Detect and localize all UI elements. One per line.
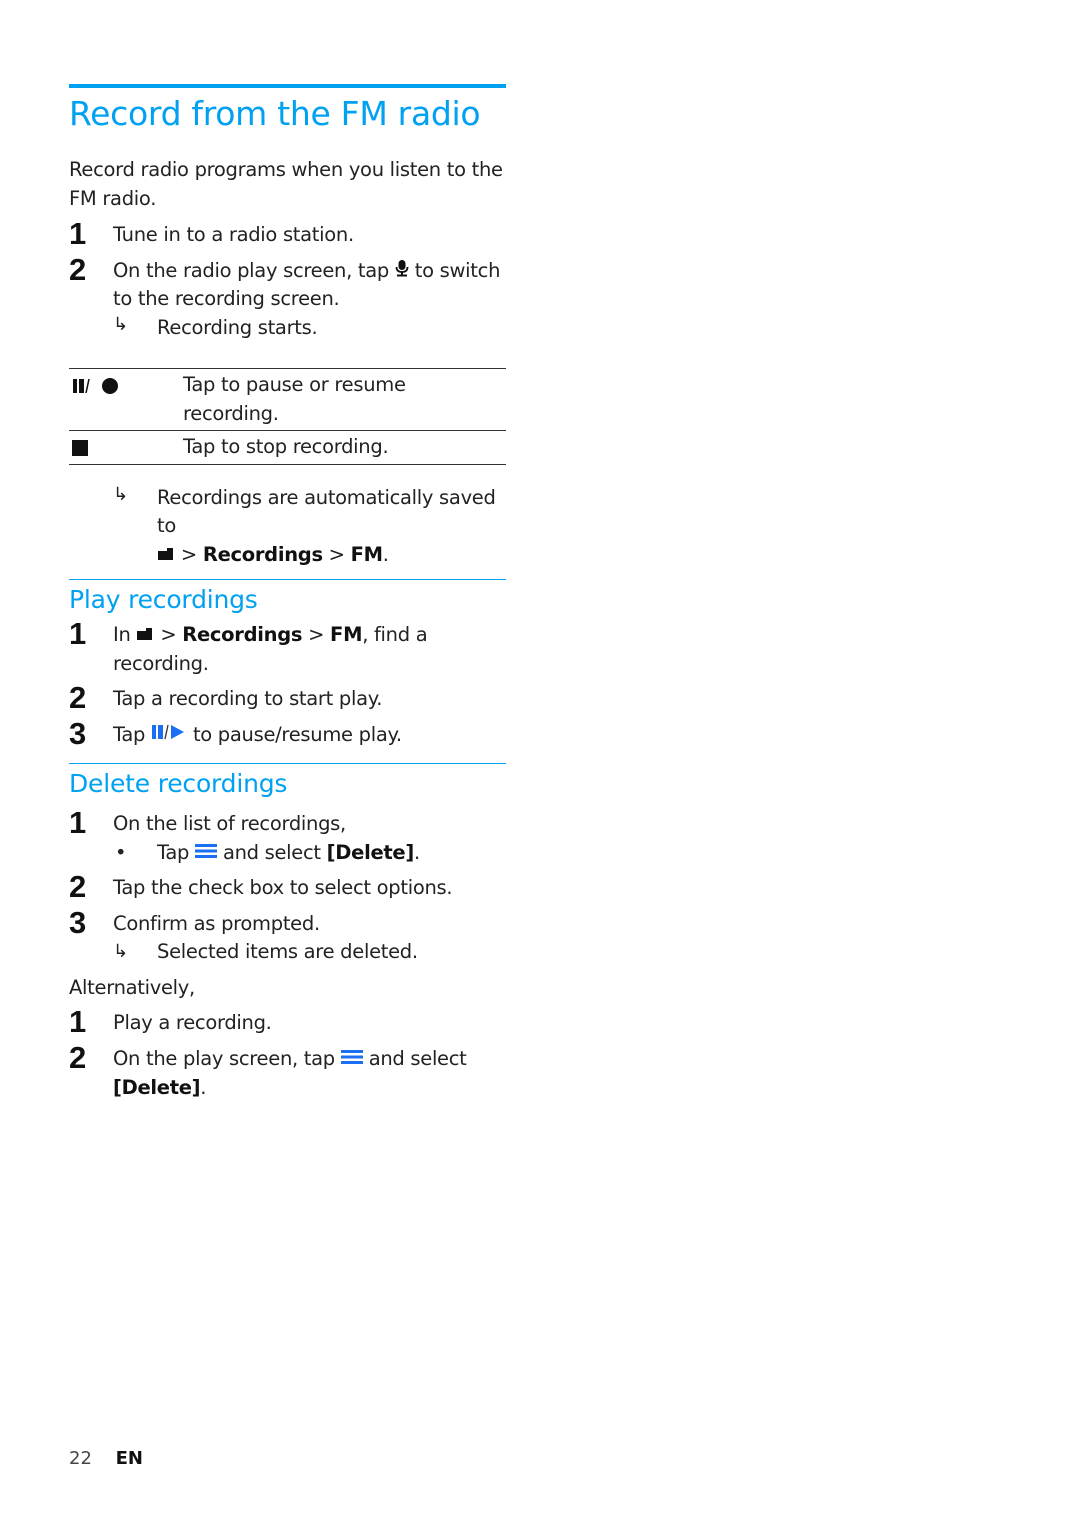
section-delete-recordings: Delete recordings 1 On the list of recor… <box>69 763 506 1102</box>
path-separator: > <box>160 623 177 646</box>
step-number: 1 <box>69 805 86 840</box>
saved-note-text: Recordings are automatically saved to <box>157 485 496 538</box>
step-result: ↳ Selected items are deleted. <box>113 938 506 967</box>
alt-step-1: 1 Play a recording. <box>69 1005 506 1039</box>
section-play-recordings: Play recordings 1 In > Recordings > FM, … <box>69 579 506 750</box>
page-footer: 22 EN <box>69 1448 143 1469</box>
path-separator: > <box>308 623 325 646</box>
step-text: Tap <box>113 722 146 746</box>
bullet-text: and select <box>222 840 321 864</box>
path-subfolder: FM <box>330 623 363 646</box>
step-2: 2 On the radio play screen, tap to switc… <box>69 252 506 314</box>
step-1: 1 Tune in to a radio station. <box>69 217 506 251</box>
step-number: 2 <box>69 869 86 905</box>
saved-note: ↳ Recordings are automatically saved to … <box>113 484 506 570</box>
step-1: 1 On the list of recordings, <box>69 806 506 840</box>
intro-text: Record radio programs when you listen to… <box>69 158 503 210</box>
control-desc: Tap to stop recording. <box>183 435 389 459</box>
path-folder: Recordings <box>202 542 323 566</box>
path-subfolder: FM <box>350 542 383 566</box>
step-2: 2 Tap a recording to start play. <box>69 681 506 715</box>
result-arrow-icon: ↳ <box>113 941 128 963</box>
menu-icon <box>195 839 218 868</box>
step-number: 2 <box>69 680 86 716</box>
step-text: and select <box>368 1046 467 1070</box>
step-number: 3 <box>69 904 86 940</box>
bullet-end: . <box>413 840 420 864</box>
pause-play-icon <box>151 721 187 750</box>
step-text: Tune in to a radio station. <box>113 223 354 246</box>
step-text: In <box>113 623 131 646</box>
bullet-item: • Tap and select [Delete]. <box>113 839 506 868</box>
section-title: Play recordings <box>69 585 258 614</box>
bullet-dot: • <box>115 840 127 864</box>
step-2: 2 Tap the check box to select options. <box>69 870 506 904</box>
step-text: On the list of recordings, <box>113 812 346 835</box>
step-text: Tap a recording to start play. <box>113 687 383 711</box>
saved-path: > Recordings > FM. <box>157 541 506 570</box>
step-number: 2 <box>69 251 86 287</box>
step-number: 2 <box>69 1039 86 1075</box>
section-rule <box>69 579 506 580</box>
delete-option: [Delete] <box>326 840 415 864</box>
section-record-fm: Record from the FM radio Record radio pr… <box>69 84 506 570</box>
controls-table: Tap to pause or resume recording. Tap to… <box>69 368 506 465</box>
bullet-text: Tap <box>157 840 190 864</box>
step-text: to pause/resume play. <box>192 722 402 746</box>
step-1: 1 In > Recordings > FM, find a recording… <box>69 617 506 678</box>
step-end: . <box>200 1075 207 1099</box>
step-result: ↳ Recording starts. <box>113 314 506 343</box>
step-3: 3 Confirm as prompted. <box>69 905 506 939</box>
path-end: . <box>382 542 389 566</box>
step-text: On the play screen, tap <box>113 1046 335 1070</box>
step-number: 1 <box>69 216 86 251</box>
library-icon <box>157 541 175 570</box>
section-title: Delete recordings <box>69 769 288 798</box>
path-separator: > <box>328 542 345 566</box>
section-title: Record from the FM radio <box>69 94 481 133</box>
section-rule <box>69 84 506 88</box>
path-separator: > <box>180 542 197 566</box>
page-number: 22 <box>69 1448 92 1469</box>
section-rule <box>69 763 506 764</box>
step-number: 3 <box>69 715 86 751</box>
language-label: EN <box>115 1448 144 1469</box>
library-icon <box>136 621 154 650</box>
alternatively-text: Alternatively, <box>69 975 195 999</box>
alt-step-2: 2 On the play screen, tap and select [De… <box>69 1040 506 1102</box>
result-arrow-icon: ↳ <box>113 483 129 505</box>
step-text: Tap the check box to select options. <box>113 876 453 900</box>
stop-icon <box>69 431 183 465</box>
table-row: Tap to stop recording. <box>69 431 506 465</box>
step-number: 1 <box>69 1004 86 1040</box>
result-arrow-icon: ↳ <box>113 313 129 335</box>
step-text: Confirm as prompted. <box>113 911 320 935</box>
step-number: 1 <box>69 616 86 651</box>
step-text: On the radio play screen, tap <box>113 258 389 282</box>
control-desc: Tap to pause or resume recording. <box>183 373 406 425</box>
pause-record-icon <box>69 369 183 431</box>
table-row: Tap to pause or resume recording. <box>69 369 506 431</box>
result-text: Recording starts. <box>157 315 318 339</box>
microphone-icon <box>395 257 409 286</box>
delete-option: [Delete] <box>113 1075 201 1099</box>
menu-icon <box>340 1045 363 1074</box>
step-text: Play a recording. <box>113 1011 272 1035</box>
step-3: 3 Tap to pause/resume play. <box>69 716 506 750</box>
result-text: Selected items are deleted. <box>157 940 418 964</box>
path-folder: Recordings <box>182 623 303 646</box>
